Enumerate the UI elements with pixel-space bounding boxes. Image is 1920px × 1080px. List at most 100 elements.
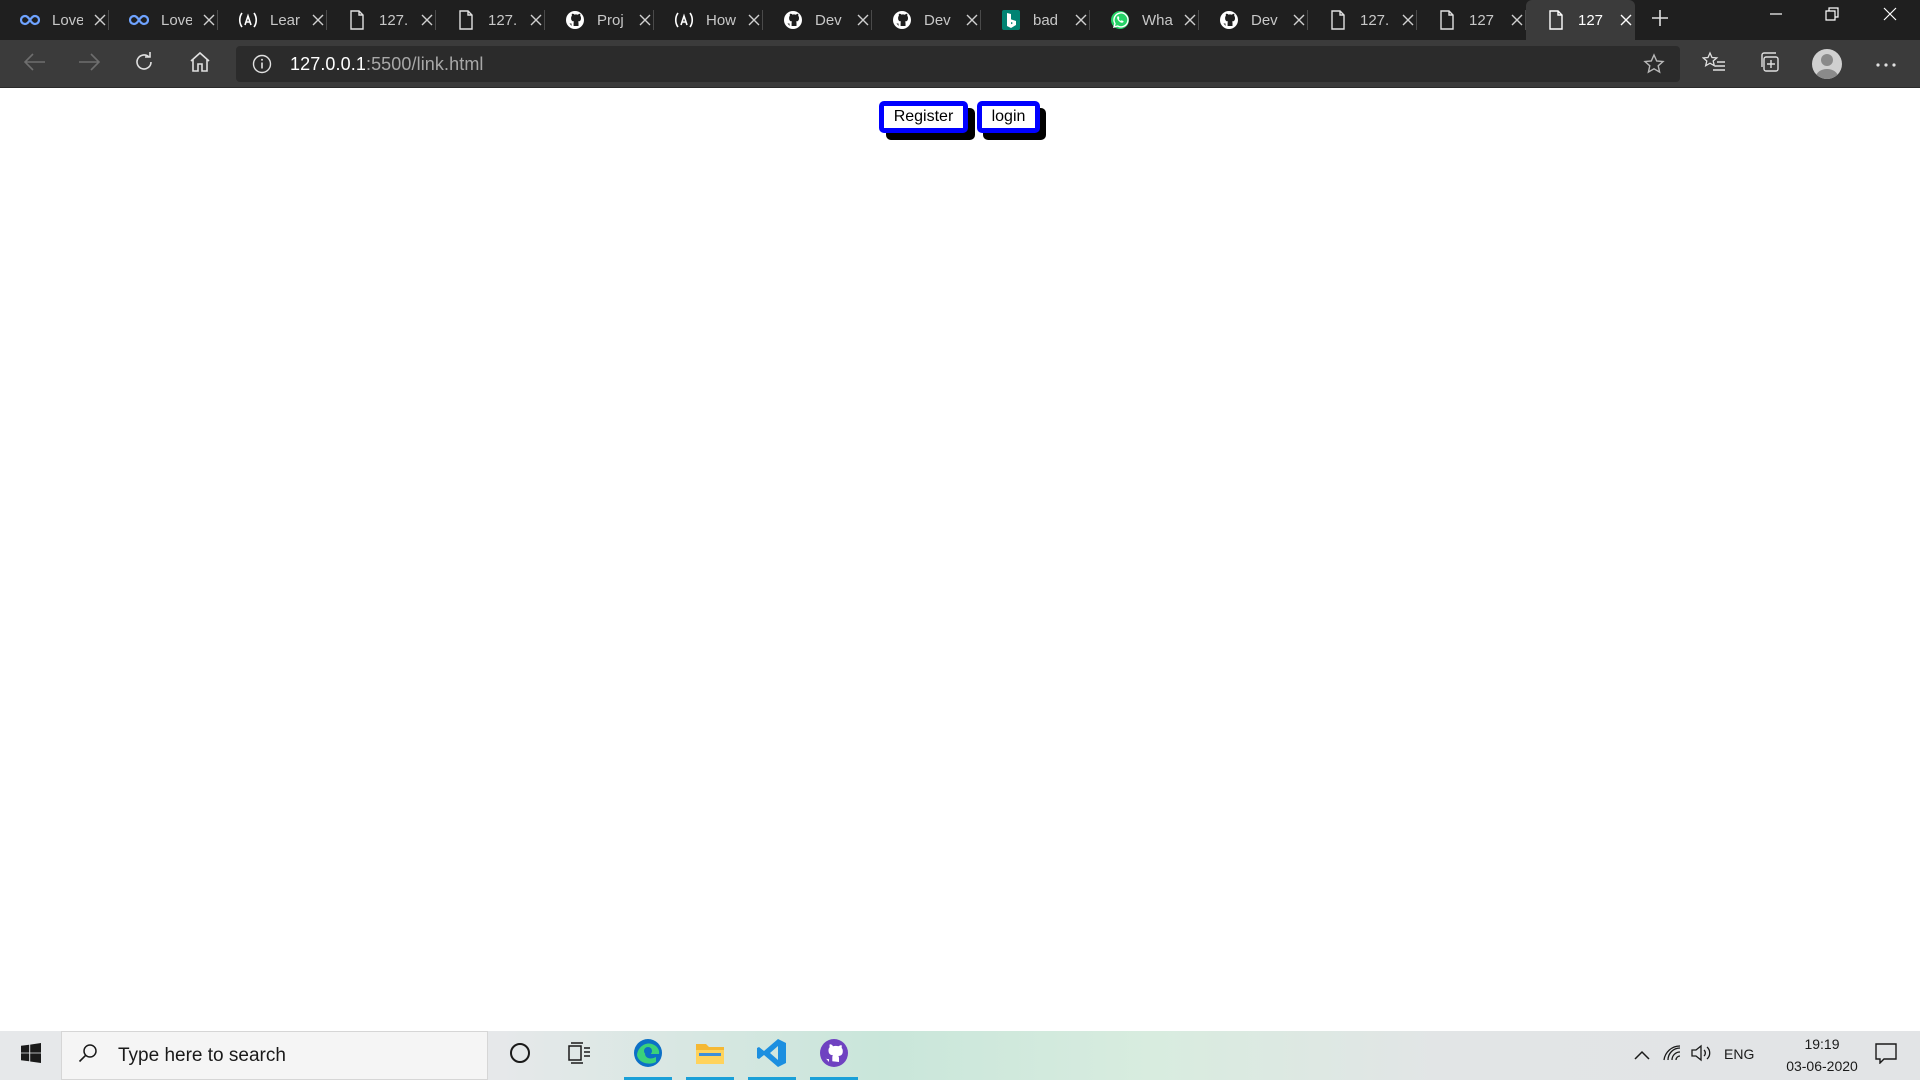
profile-avatar[interactable] [1812,49,1842,79]
favorite-star-icon[interactable] [1636,46,1672,82]
tab-title: bad [1033,11,1059,29]
action-center-button[interactable] [1862,1031,1910,1080]
task-view-icon [568,1042,592,1069]
browser-tab[interactable]: Dev [763,0,872,40]
restore-icon [1825,6,1839,26]
collections-button[interactable] [1750,46,1790,82]
close-window-button[interactable] [1862,0,1918,32]
home-button[interactable] [180,46,220,82]
browser-tab[interactable]: 127. [327,0,436,40]
tab-close-icon[interactable] [1617,10,1635,30]
tab-title: Dev [924,11,951,29]
start-button[interactable] [0,1031,61,1080]
tab-title: Love [52,11,83,29]
refresh-icon [133,51,155,78]
refresh-button[interactable] [124,46,164,82]
folder-icon [695,1040,725,1071]
browser-tab[interactable]: 127. [436,0,545,40]
search-icon [78,1043,98,1068]
tab-title: 127. [488,11,518,29]
tab-title: 127. [1360,11,1390,29]
browser-tab[interactable]: 127 [1417,0,1526,40]
edge-icon [632,1037,664,1074]
tab-close-icon[interactable] [527,10,545,30]
browser-tab[interactable]: Love [0,0,109,40]
new-tab-button[interactable] [1635,0,1685,40]
cortana-circle-icon [509,1042,531,1069]
github-icon [783,10,803,30]
collections-icon [1759,51,1781,78]
back-arrow-icon [23,52,46,76]
favorites-button[interactable] [1694,46,1734,82]
github-icon [892,10,912,30]
wifi-icon [1662,1044,1682,1067]
tab-close-icon[interactable] [1290,10,1308,30]
taskbar-github-desktop[interactable] [804,1031,864,1080]
tab-title: Proj [597,11,624,29]
login-button[interactable]: login [977,101,1040,133]
address-bar[interactable]: 127.0.0.1:5500/link.html [236,46,1680,82]
task-view-button[interactable] [556,1031,604,1080]
github-desktop-icon [819,1038,849,1073]
tab-title: 127 [1469,11,1495,29]
search-placeholder: Type here to search [118,1044,286,1066]
taskbar-file-explorer[interactable] [680,1031,740,1080]
url-host: 127.0.0.1 [290,53,366,74]
browser-tab-active[interactable]: 127 [1526,0,1635,40]
browser-tab[interactable]: Dev [872,0,981,40]
lambda-icon [674,10,694,30]
home-icon [189,51,211,78]
register-button[interactable]: Register [879,101,968,133]
tab-title: Wha [1142,11,1173,29]
tab-close-icon[interactable] [309,10,327,30]
page-icon [1437,10,1457,30]
tab-close-icon[interactable] [418,10,436,30]
tab-close-icon[interactable] [636,10,654,30]
minimize-button[interactable] [1748,0,1804,32]
windows-taskbar: Type here to search ENG 19:19 03-06-2020 [0,1031,1920,1080]
tab-title: How [706,11,737,29]
url-text: 127.0.0.1:5500/link.html [290,54,484,75]
network-button[interactable] [1658,1031,1686,1080]
whatsapp-icon [1110,10,1130,30]
tab-close-icon[interactable] [200,10,218,30]
tab-close-icon[interactable] [745,10,763,30]
tab-close-icon[interactable] [1181,10,1199,30]
browser-tab[interactable]: Dev [1199,0,1308,40]
back-button[interactable] [15,46,55,82]
volume-button[interactable] [1688,1031,1716,1080]
browser-tab[interactable]: bad [981,0,1090,40]
page-content: Register login [0,89,1920,1031]
show-hidden-icons-button[interactable] [1628,1031,1656,1080]
tab-close-icon[interactable] [91,10,109,30]
taskbar-vscode[interactable] [742,1031,802,1080]
site-info-icon[interactable] [244,46,280,82]
language-indicator[interactable]: ENG [1724,1046,1754,1062]
user-icon [1815,54,1839,79]
browser-tab[interactable]: Love [109,0,218,40]
browser-tab[interactable]: How [654,0,763,40]
browser-tab[interactable]: Wha [1090,0,1199,40]
tab-close-icon[interactable] [1399,10,1417,30]
clock-date[interactable]: 03-06-2020 [1768,1058,1876,1074]
browser-tab[interactable]: Proj [545,0,654,40]
settings-more-button[interactable] [1866,46,1906,82]
speaker-icon [1691,1044,1713,1067]
tab-close-icon[interactable] [963,10,981,30]
taskbar-edge[interactable] [618,1031,678,1080]
forward-button[interactable] [69,46,109,82]
cortana-button[interactable] [496,1031,544,1080]
clock-time[interactable]: 19:19 [1790,1036,1854,1052]
tab-close-icon[interactable] [854,10,872,30]
bing-icon [1001,10,1021,30]
tab-close-icon[interactable] [1072,10,1090,30]
lambda-icon [238,10,258,30]
browser-tab[interactable]: 127. [1308,0,1417,40]
tab-title: 127. [379,11,409,29]
tab-close-icon[interactable] [1508,10,1526,30]
url-path: :5500/link.html [365,53,484,74]
taskbar-search[interactable]: Type here to search [61,1031,488,1080]
tab-strip: Love Love Learn 127. 127. [0,0,1920,40]
restore-button[interactable] [1804,0,1860,32]
browser-tab[interactable]: Learn [218,0,327,40]
